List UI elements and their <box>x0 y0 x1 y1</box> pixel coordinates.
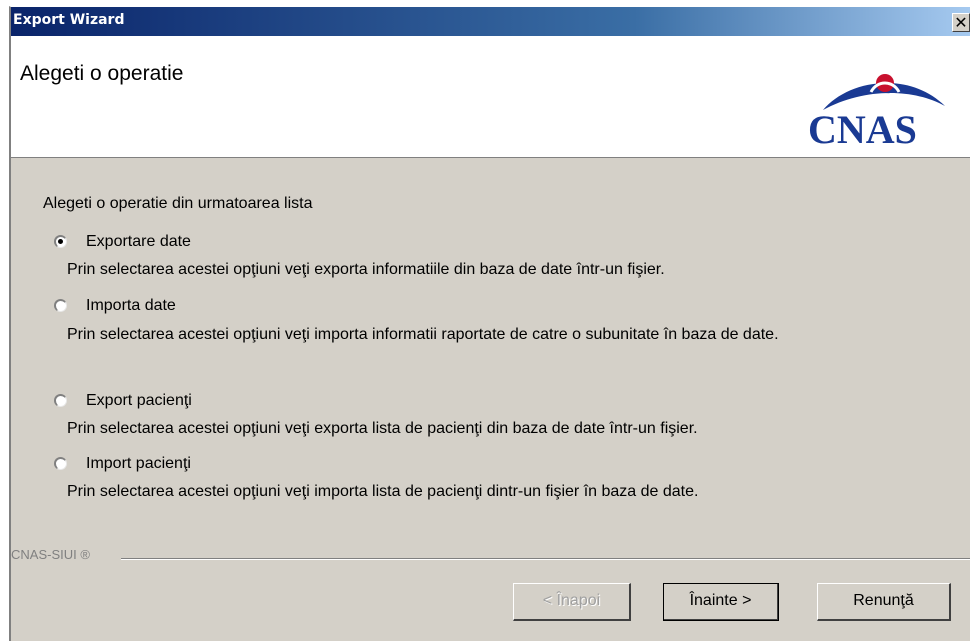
option-label[interactable]: Exportare date <box>86 233 191 251</box>
radio-import-patients[interactable] <box>54 457 67 470</box>
option-description: Prin selectarea acestei opţiuni veţi exp… <box>67 420 698 437</box>
window-title: Export Wizard <box>13 12 125 28</box>
radio-import-data[interactable] <box>54 299 67 312</box>
cnas-logo: CNAS <box>801 66 961 156</box>
footer-divider <box>121 558 970 560</box>
radio-export-patients[interactable] <box>54 394 67 407</box>
wizard-header: Alegeti o operatie CNAS <box>11 36 970 158</box>
footer-brand: CNAS-SIUI ® <box>11 547 98 562</box>
option-label[interactable]: Importa date <box>86 297 176 315</box>
close-icon: ✕ <box>954 13 968 32</box>
option-description: Prin selectarea acestei opţiuni veţi imp… <box>67 483 699 500</box>
back-button[interactable]: < Înapoi <box>513 583 631 621</box>
cancel-button[interactable]: Renunţă <box>817 583 951 621</box>
option-description: Prin selectarea acestei opţiuni veţi imp… <box>67 326 779 343</box>
radio-export-data[interactable] <box>54 235 67 248</box>
option-label[interactable]: Import pacienţi <box>86 455 191 473</box>
option-label[interactable]: Export pacienţi <box>86 392 192 410</box>
next-button[interactable]: Înainte > <box>663 583 779 621</box>
close-button[interactable]: ✕ <box>952 13 970 32</box>
export-wizard-window: Export Wizard ✕ Alegeti o operatie CNAS … <box>9 6 970 641</box>
operation-prompt: Alegeti o operatie din urmatoarea lista <box>43 195 313 212</box>
title-bar[interactable]: Export Wizard ✕ <box>11 7 970 36</box>
page-title: Alegeti o operatie <box>20 62 184 85</box>
option-description: Prin selectarea acestei opţiuni veţi exp… <box>67 261 665 278</box>
logo-text: CNAS <box>808 107 917 152</box>
